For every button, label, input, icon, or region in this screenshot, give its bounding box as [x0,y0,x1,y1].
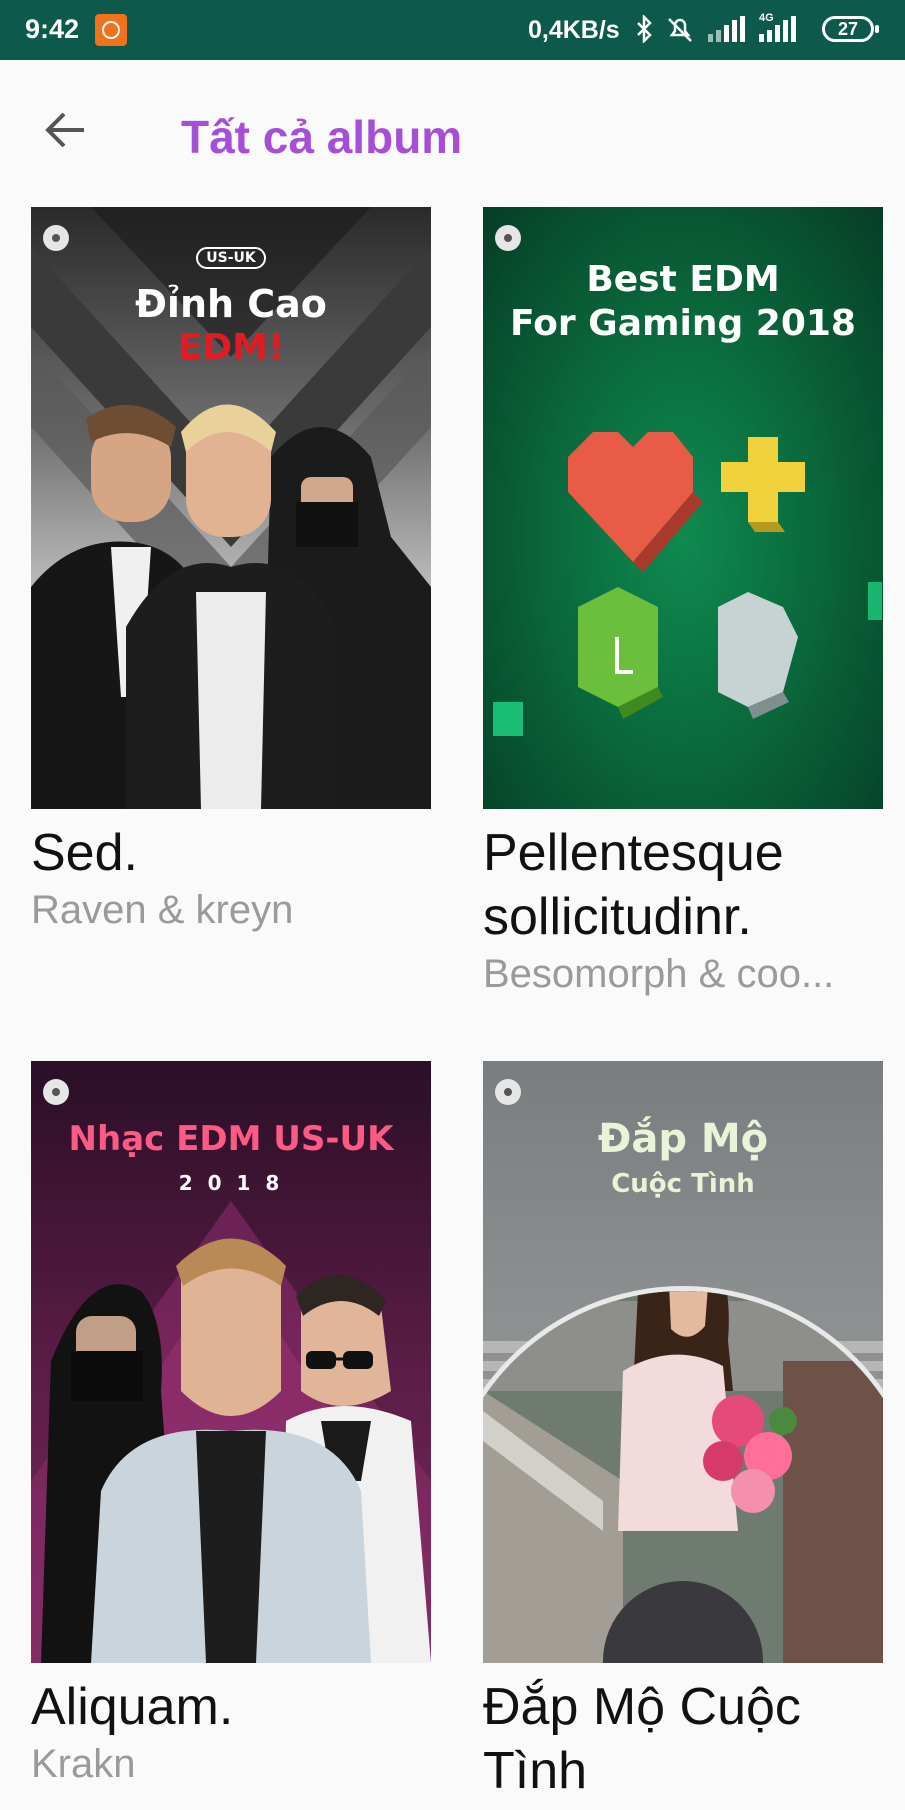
album-title: Sed. [31,824,138,882]
album-artist: Raven & kreyn [31,888,294,932]
status-bar: 9:42 0,4KB/s 4G 27 [0,0,905,60]
album-cover[interactable]: Đắp Mộ Cuộc Tình [483,1061,883,1663]
app-bar: Tất cả album [0,60,905,210]
album-card[interactable]: Best EDM For Gaming 2018 Pellentesque so… [483,207,883,999]
bluetooth-icon [636,15,652,43]
album-card[interactable]: Nhạc EDM US-UK 2 0 1 8 Aliquam. Krakn [31,1061,431,1789]
album-artist: Krakn [31,1742,136,1786]
back-button[interactable] [40,105,100,155]
signal-4g-icon: 4G [759,12,796,42]
cover-title-line1: Đỉnh Cao [135,282,327,326]
album-card[interactable]: Đắp Mộ Cuộc Tình Đắp Mộ Cuộc Tình [483,1061,883,1803]
album-title: Pellentesque sollicitudinr. [483,824,784,946]
signal-icon [708,16,745,42]
album-cover[interactable]: Nhạc EDM US-UK 2 0 1 8 [31,1061,431,1663]
battery-icon: 27 [822,16,879,42]
album-artist: Besomorph & coo... [483,952,835,996]
app-notification-icon [95,14,127,46]
cover-badge: US-UK [196,247,266,269]
album-title: Aliquam. [31,1678,234,1736]
network-type: 4G [759,12,774,24]
album-cover[interactable]: Best EDM For Gaming 2018 [483,207,883,809]
mute-icon [666,15,694,43]
album-card[interactable]: US-UK Đỉnh Cao EDM! Sed. Raven & kreyn [31,207,431,935]
status-time: 9:42 [25,14,80,44]
page-title: Tất cả album [181,111,463,163]
cover-title-line2: EDM! [177,327,285,368]
arrow-left-icon [45,112,84,148]
album-title: Đắp Mộ Cuộc Tình [483,1678,801,1800]
network-speed: 0,4KB/s [528,16,620,44]
album-cover[interactable]: US-UK Đỉnh Cao EDM! [31,207,431,809]
